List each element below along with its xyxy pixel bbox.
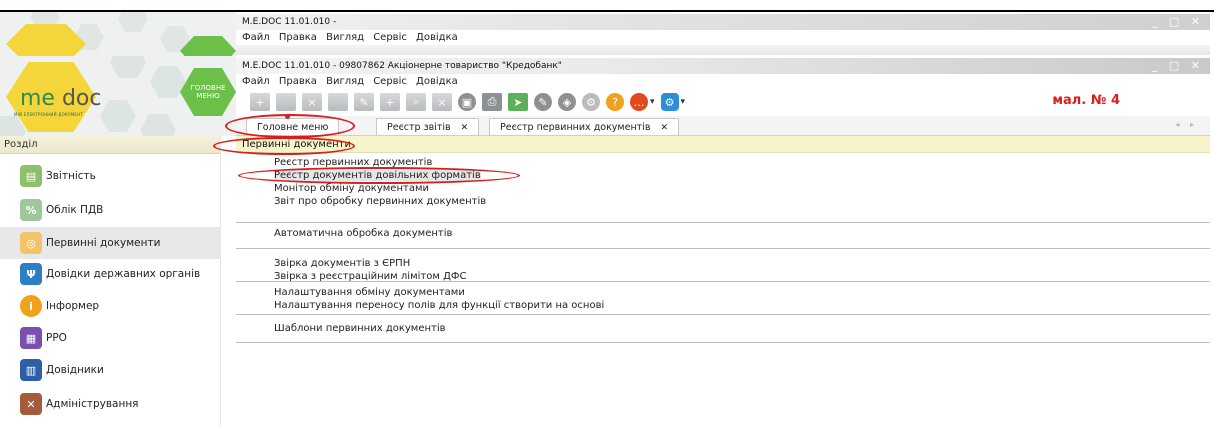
menu-group: Автоматична обробка документів: [236, 223, 1210, 249]
top-border: [0, 10, 1214, 12]
tab-primary-docs-registry[interactable]: Реєстр первинних документів ✕: [489, 118, 679, 135]
medoc-logo: me doc: [20, 86, 102, 111]
delete-doc-icon[interactable]: ×: [302, 93, 322, 111]
menu-group: Шаблони первинних документів: [236, 315, 1210, 343]
cash-register-icon: ▦: [20, 327, 42, 349]
tab-main-menu[interactable]: Головне меню: [246, 118, 340, 135]
section-panel: Розділ ▤ Звітність % Облік ПДВ ◎ Первинн…: [0, 136, 221, 427]
copy-icon[interactable]: [328, 93, 348, 111]
back-logo-area: [0, 10, 236, 56]
back-window: M.E.DOC 11.01.010 - _ □ ✕ Файл Правка Ви…: [236, 14, 1210, 56]
nav-item-label: Облік ПДВ: [46, 204, 104, 216]
network-dropdown-icon[interactable]: ▾: [681, 97, 686, 107]
annotation-dot: [285, 114, 290, 119]
main-menu-hex-button[interactable]: ГОЛОВНЕ МЕНЮ: [180, 68, 236, 116]
back-window-title: M.E.DOC 11.01.010 - _ □ ✕: [236, 14, 1210, 30]
menu-group: Звірка документів з ЄРПН Звірка з реєстр…: [236, 249, 1210, 282]
back-menu-file[interactable]: Файл: [242, 32, 270, 43]
tools-icon: ✕: [20, 393, 42, 415]
logo-panel: me doc МІЙ ЕЛЕКТРОННИЙ ДОКУМЕНТ ГОЛОВНЕ …: [0, 56, 236, 136]
menu-item-auto-processing[interactable]: Автоматична обробка документів: [274, 228, 452, 239]
print-icon[interactable]: ⎙: [482, 93, 502, 111]
menu-group: Налаштування обміну документами Налаштув…: [236, 282, 1210, 315]
archive-icon[interactable]: ▣: [458, 93, 476, 111]
back-window-buttons[interactable]: _ □ ✕: [1152, 14, 1204, 30]
tab-reports-registry[interactable]: Реєстр звітів ✕: [376, 118, 480, 135]
nav-item-label: Інформер: [46, 300, 100, 312]
toolbar: + × ✎ + ⌕ × ▣ ⎙ ➤ ✎ ◈ ⚙ ? … ▾ ⚙ ▾ мал. № 4: [236, 89, 1210, 115]
chat-icon[interactable]: …: [630, 93, 648, 111]
remove-icon[interactable]: ×: [432, 93, 452, 111]
menu-item-processing-report[interactable]: Звіт про обробку первинних документів: [274, 196, 486, 207]
edit-icon[interactable]: ✎: [354, 93, 374, 111]
help-icon[interactable]: ?: [606, 93, 624, 111]
menu-help[interactable]: Довідка: [416, 76, 458, 87]
report-icon: ▤: [20, 165, 42, 187]
back-toolbar: [236, 45, 1210, 55]
informer-icon: i: [20, 295, 42, 317]
nav-item-label: РРО: [46, 332, 67, 344]
nav-item-rro[interactable]: ▦ РРО: [0, 322, 221, 354]
back-menu-service[interactable]: Сервіс: [373, 32, 407, 43]
logo-subtitle: МІЙ ЕЛЕКТРОННИЙ ДОКУМЕНТ: [14, 112, 83, 117]
nav-item-label: Звітність: [46, 170, 96, 182]
back-menu-view[interactable]: Вигляд: [326, 32, 364, 43]
nav-item-primary-docs[interactable]: ◎ Первинні документи: [0, 227, 221, 259]
search-icon[interactable]: ⌕: [406, 93, 426, 111]
trident-icon: Ψ: [20, 263, 42, 285]
back-menu-edit[interactable]: Правка: [279, 32, 317, 43]
menu-item-exchange-settings[interactable]: Налаштування обміну документами: [274, 287, 465, 298]
menu-group: Реєстр первинних документів Реєстр докум…: [236, 153, 1210, 223]
tab-strip: Головне меню Реєстр звітів ✕ Реєстр перви…: [236, 116, 1210, 136]
menubar: Файл Правка Вигляд Сервіс Довідка: [236, 74, 1210, 89]
back-menu-help[interactable]: Довідка: [416, 32, 458, 43]
menu-item-dfs-limit-reconciliation[interactable]: Звірка з реєстраційним лімітом ДФС: [274, 271, 466, 282]
menu-item-erpn-reconciliation[interactable]: Звірка документів з ЄРПН: [274, 258, 410, 269]
primary-docs-icon: ◎: [20, 232, 42, 254]
nav-item-gov-certificates[interactable]: Ψ Довідки державних органів: [0, 258, 221, 290]
shield-icon[interactable]: ◈: [558, 93, 576, 111]
menu-view[interactable]: Вигляд: [326, 76, 364, 87]
add-icon[interactable]: +: [380, 93, 400, 111]
back-menubar: Файл Правка Вигляд Сервіс Довідка: [236, 30, 1210, 45]
section-header: Розділ: [0, 136, 220, 154]
send-icon[interactable]: ➤: [508, 93, 528, 111]
chat-dropdown-icon[interactable]: ▾: [650, 97, 655, 107]
tab-scroll-arrows-icon[interactable]: ◂ ▸: [1175, 120, 1198, 129]
content-panel: Первинні документи Реєстр первинних доку…: [236, 136, 1210, 427]
content-header: Первинні документи: [236, 136, 1210, 153]
menu-item-exchange-monitor[interactable]: Монітор обміну документами: [274, 183, 429, 194]
window-control-buttons[interactable]: _ □ ✕: [1152, 58, 1204, 74]
nav-item-informer[interactable]: i Інформер: [0, 290, 221, 322]
window-title: M.E.DOC 11.01.010 - 09807862 Акціонерне …: [236, 58, 1210, 74]
close-icon[interactable]: ✕: [461, 123, 469, 133]
menu-file[interactable]: Файл: [242, 76, 270, 87]
nav-item-reporting[interactable]: ▤ Звітність: [0, 160, 221, 192]
nav-item-vat[interactable]: % Облік ПДВ: [0, 194, 221, 226]
nav-item-label: Первинні документи: [46, 237, 161, 249]
nav-item-administration[interactable]: ✕ Адміністрування: [0, 388, 221, 420]
menu-item-primary-docs-registry[interactable]: Реєстр первинних документів: [274, 157, 432, 168]
vat-icon: %: [20, 199, 42, 221]
nav-item-label: Довідники: [46, 364, 104, 376]
nav-item-label: Довідки державних органів: [46, 268, 201, 280]
open-folder-icon[interactable]: [276, 93, 296, 111]
sign-icon[interactable]: ✎: [534, 93, 552, 111]
menu-item-free-format-registry[interactable]: Реєстр документів довільних форматів: [274, 170, 481, 181]
nav-item-label: Адміністрування: [46, 398, 139, 410]
menu-edit[interactable]: Правка: [279, 76, 317, 87]
menu-service[interactable]: Сервіс: [373, 76, 407, 87]
menu-item-field-transfer-settings[interactable]: Налаштування переносу полів для функції …: [274, 300, 604, 311]
nav-item-directories[interactable]: ▥ Довідники: [0, 354, 221, 386]
main-window: M.E.DOC 11.01.010 - 09807862 Акціонерне …: [236, 58, 1210, 136]
menu-item-doc-templates[interactable]: Шаблони первинних документів: [274, 323, 446, 334]
figure-label: мал. № 4: [1052, 93, 1120, 108]
new-doc-icon[interactable]: +: [250, 93, 270, 111]
book-icon: ▥: [20, 359, 42, 381]
close-icon[interactable]: ✕: [660, 123, 668, 133]
app-root: M.E.DOC 11.01.010 - _ □ ✕ Файл Правка Ви…: [0, 0, 1214, 427]
settings-icon[interactable]: ⚙: [582, 93, 600, 111]
network-icon[interactable]: ⚙: [660, 93, 679, 111]
